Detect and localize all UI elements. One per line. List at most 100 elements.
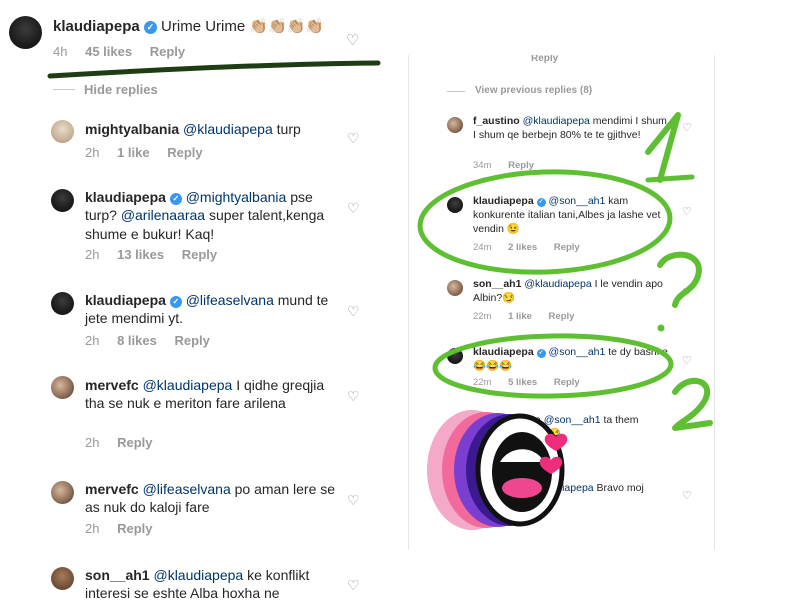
comment-reply: klaudiapepa ✓ @lifeaselvana mund te jete… <box>0 283 378 358</box>
reply-button[interactable]: Reply <box>117 435 152 450</box>
comment-username[interactable]: klaudiapepa <box>473 195 534 207</box>
avatar[interactable] <box>51 567 74 590</box>
comment-username[interactable]: f_austino <box>473 115 520 127</box>
comment-username[interactable]: mervefc <box>85 377 139 393</box>
avatar[interactable] <box>9 16 42 49</box>
comment-reply: klaudiapepa ✓ @son__ah1 te dy bashke 😂😂😂… <box>409 344 714 404</box>
comment-time: 2h <box>85 333 100 348</box>
heart-outline-icon[interactable]: ♡ <box>346 31 359 49</box>
comment-body: klaudiapepa ✓ @son__ah1 kam konkurente i… <box>473 195 673 237</box>
mention-link[interactable]: @klaudiapepa <box>523 115 590 127</box>
comment-username[interactable]: mervefc <box>85 481 139 497</box>
comment-username[interactable]: klaudiapepa <box>473 346 534 358</box>
mention-link[interactable]: @lifeaselvana <box>186 292 274 308</box>
reply-button[interactable]: Reply <box>167 145 202 160</box>
comment-body: son__ah1 @klaudiapepa ke konflikt intere… <box>85 566 340 600</box>
mention-link[interactable]: @klaudiapepa <box>153 567 243 583</box>
comment-username[interactable]: son__ah1 <box>85 567 150 583</box>
heart-outline-icon[interactable]: ♡ <box>682 354 692 367</box>
comment-time: 22m <box>473 377 492 388</box>
comment-body: klaudiapepa Bravo moj <box>537 482 677 496</box>
avatar[interactable] <box>51 292 74 315</box>
comment-time: 2h <box>85 435 100 450</box>
comment-meta: 2h 13 likes Reply <box>85 247 231 262</box>
comment-username[interactable]: klaudiapepa <box>85 189 166 205</box>
reply-button[interactable]: Reply <box>174 333 209 348</box>
likes-count[interactable]: 5 likes <box>508 377 537 388</box>
reply-button[interactable]: Reply <box>554 242 580 253</box>
avatar[interactable] <box>447 197 463 213</box>
comment-body: klaudiapepa ✓ Urime Urime 👏🏼👏🏼👏🏼👏🏼 <box>53 17 343 37</box>
comment-time: 2h <box>85 247 100 262</box>
likes-count[interactable]: 8 likes <box>117 333 157 348</box>
laughing-emoji: 😂😂😂 <box>473 359 513 372</box>
mention-link[interactable]: @mightyalbania <box>186 189 287 205</box>
avatar[interactable] <box>51 189 74 212</box>
comment-username[interactable]: klaudiapepa <box>537 482 594 494</box>
reply-button[interactable]: Reply <box>182 247 217 262</box>
avatar[interactable] <box>51 120 74 143</box>
clap-emoji: 👏🏼👏🏼👏🏼👏🏼 <box>249 18 325 35</box>
comment-reply: mightyalbania @klaudiapepa turp 2h 1 lik… <box>0 112 378 172</box>
reply-button[interactable]: Reply <box>150 44 185 59</box>
comment-meta: 2h 8 likes Reply <box>85 333 224 348</box>
heart-outline-icon[interactable]: ♡ <box>682 205 692 218</box>
avatar[interactable] <box>447 117 463 133</box>
avatar[interactable] <box>447 348 463 364</box>
likes-count[interactable]: 13 likes <box>117 247 164 262</box>
likes-count[interactable]: 45 likes <box>85 44 132 59</box>
verified-badge-icon: ✓ <box>536 349 546 358</box>
heart-outline-icon[interactable]: ♡ <box>682 489 692 502</box>
likes-count[interactable]: 2 likes <box>508 242 537 253</box>
mention-link[interactable]: a @son__ah1 <box>535 414 601 426</box>
comment-meta: 34m Reply <box>473 160 548 171</box>
mention-link[interactable]: @son__ah1 <box>549 195 606 207</box>
reply-button[interactable]: Reply <box>531 55 558 64</box>
heart-outline-icon[interactable]: ♡ <box>347 577 360 594</box>
comment-reply: klaudiapepa Bravo moj ♡ <box>409 480 714 510</box>
mention-link[interactable]: @klaudiapepa <box>183 121 273 137</box>
view-previous-replies-link[interactable]: View previous replies (8) <box>475 85 592 96</box>
avatar[interactable] <box>51 376 74 399</box>
comment-body: klaudiapepa ✓ @son__ah1 te dy bashke 😂😂😂 <box>473 346 673 374</box>
comment-meta: 24m 2 likes Reply <box>473 242 594 253</box>
comment-username[interactable]: son__ah1 <box>473 278 521 290</box>
reply-button[interactable]: Reply <box>117 521 152 536</box>
comment-body: mightyalbania @klaudiapepa turp <box>85 120 325 138</box>
reply-button[interactable]: Reply <box>508 160 534 171</box>
comment-text: Urime Urime <box>161 18 246 35</box>
comment-username[interactable]: klaudiapepa <box>85 292 166 308</box>
likes-count[interactable]: 1 like <box>117 145 150 160</box>
heart-outline-icon[interactable]: ♡ <box>347 130 360 147</box>
mention-link[interactable]: @son__ah1 <box>549 346 606 358</box>
heart-outline-icon[interactable]: ♡ <box>347 200 360 217</box>
hide-replies-link[interactable]: Hide replies <box>84 82 158 97</box>
mention-link[interactable]: @lifeaselvana <box>143 481 231 497</box>
mention-link[interactable]: @klaudiapepa <box>143 377 233 393</box>
comment-username[interactable]: klaudiapepa <box>53 18 140 35</box>
comment-meta: 22m 1 like Reply <box>473 311 588 322</box>
comment-reply: klaudiapepa ✓ @son__ah1 kam konkurente i… <box>409 193 714 263</box>
comment-meta: 2h 1 like Reply <box>85 145 217 160</box>
heart-outline-icon[interactable]: ♡ <box>347 388 360 405</box>
mention-link[interactable]: @arilenaaraa <box>121 207 205 223</box>
comment-username[interactable]: mightyalbania <box>85 121 179 137</box>
avatar[interactable] <box>447 280 463 296</box>
heart-outline-icon[interactable]: ♡ <box>347 492 360 509</box>
comment-time: 22m <box>473 311 492 322</box>
heart-outline-icon[interactable]: ♡ <box>682 121 692 134</box>
comment-body: klaudiapepa ✓ @mightyalbania pse turp? @… <box>85 188 330 243</box>
comment-time: 2h <box>85 521 100 536</box>
heart-outline-icon[interactable]: ♡ <box>682 286 692 299</box>
mention-link[interactable]: @klaudiapepa <box>524 278 591 290</box>
comment-reply: son__ah1 @klaudiapepa I le vendin apo Al… <box>409 276 714 331</box>
comment-time: 4h <box>53 44 68 59</box>
comment-meta: 2h Reply <box>85 435 167 450</box>
comment-text: te dy bashke <box>605 346 668 358</box>
avatar[interactable] <box>51 481 74 504</box>
comment-body: mervefc @lifeaselvana po aman lere se as… <box>85 480 340 517</box>
reply-button[interactable]: Reply <box>554 377 580 388</box>
reply-button[interactable]: Reply <box>549 311 575 322</box>
likes-count[interactable]: 1 like <box>508 311 532 322</box>
heart-outline-icon[interactable]: ♡ <box>347 303 360 320</box>
